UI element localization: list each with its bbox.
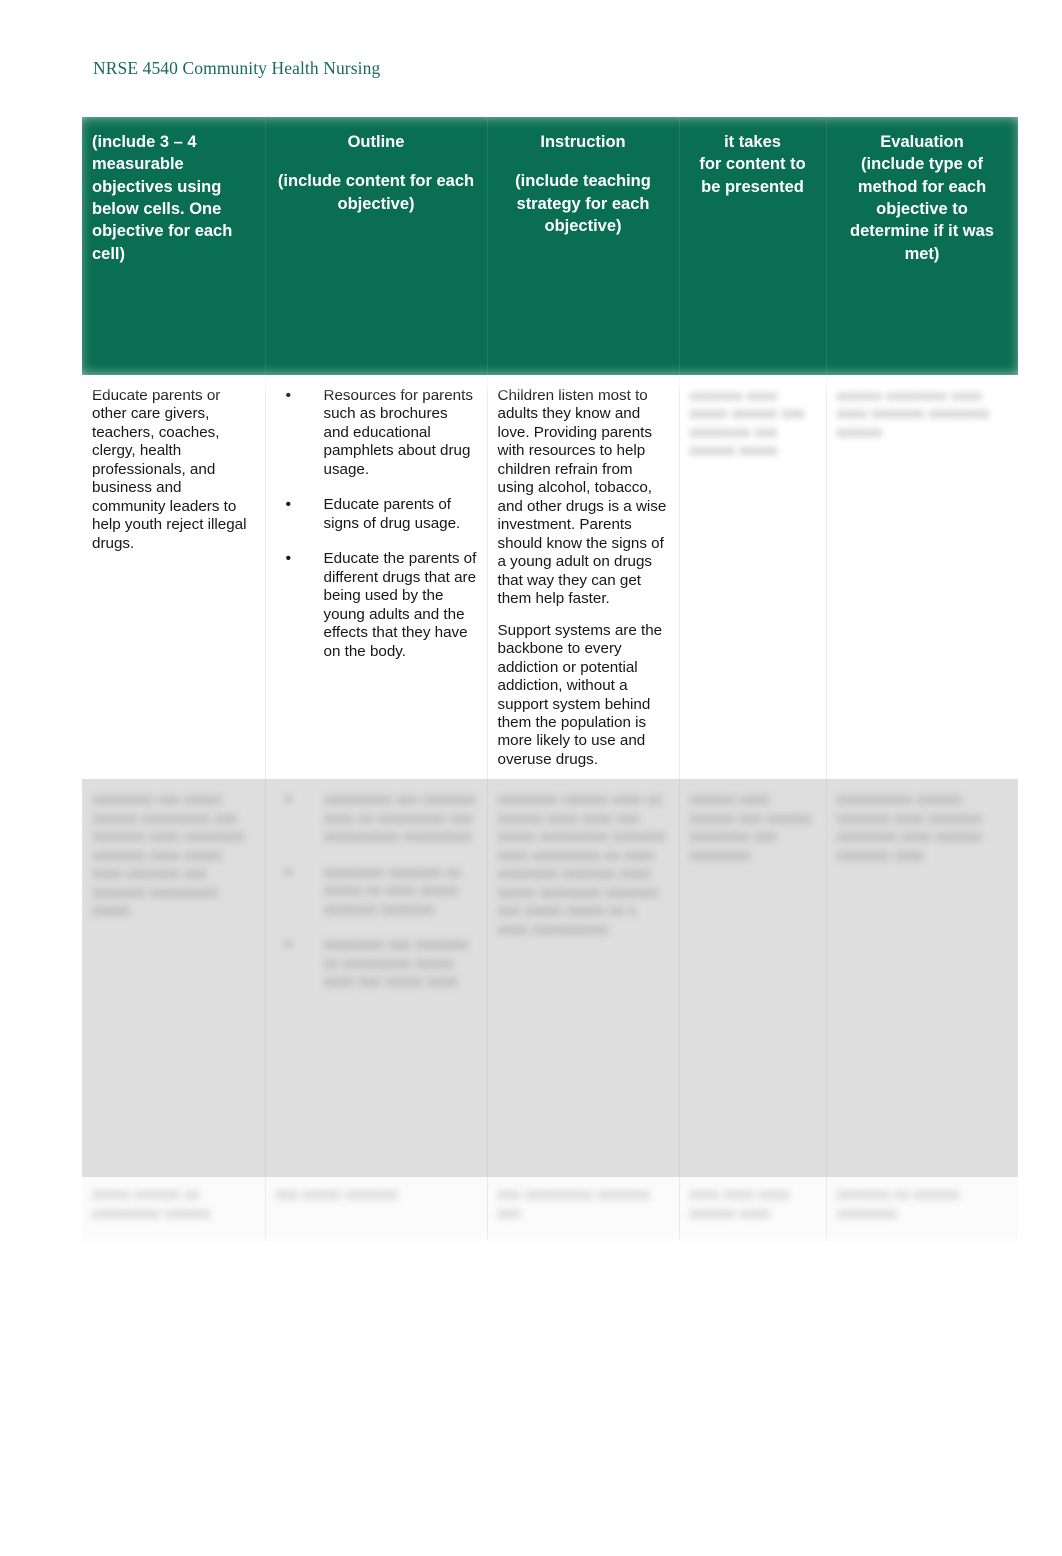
list-item: xxxxxxxx xxxxxxx xx xxxxx xx xxxx xxxxx …: [276, 863, 477, 919]
cell-time: xxxxxxx xxxx xxxxx xxxxxx xxx xxxxxxxx x…: [678, 375, 827, 780]
cell-instruction: xxx xxxxxxxxx xxxxxxx xxx: [486, 1177, 680, 1242]
teaching-plan-table-wrapper: (include 3 – 4 measurable objectives usi…: [82, 117, 1018, 1242]
redacted-bullet-list: xxxxxxxxx xxx xxxxxxx xxxx xx xxxxxxxxx …: [276, 790, 477, 991]
column-header-evaluation-title: Evaluation: [880, 133, 964, 151]
redacted-text: xxxxxx xxxxxxxx xxxx xxxx xxxxxxx xxxxxx…: [836, 387, 990, 441]
list-item: Resources for parents such as brochures …: [276, 386, 477, 479]
cell-objectives: xxxxx xxxxxx xx xxxxxxxxx xxxxxx: [82, 1177, 266, 1242]
redacted-text: xxxxxxxx xxxxxx xxxx xx xxxxxx xxxx xxxx…: [497, 791, 666, 938]
table-row: xxxxxxxx xxx xxxxx xxxxxx xxxxxxxxx xxx …: [82, 779, 1018, 1178]
column-header-evaluation-subtitle: (include type of method for each objecti…: [850, 155, 994, 263]
table-header: (include 3 – 4 measurable objectives usi…: [82, 117, 1018, 375]
column-header-outline-title: Outline: [347, 133, 405, 151]
column-header-time: it takes for content to be presented: [679, 117, 826, 375]
cell-instruction: Children listen most to adults they know…: [486, 375, 680, 780]
cell-outline: xxx xxxxx xxxxxxx: [264, 1177, 488, 1242]
cell-evaluation: xxxxxxx xx xxxxxx xxxxxxxx: [825, 1177, 1018, 1242]
column-header-time-subtitle: for content to be presented: [699, 155, 806, 196]
table-header-row: (include 3 – 4 measurable objectives usi…: [82, 117, 1018, 375]
cell-evaluation: xxxxxxxxxx xxxxxx xxxxxxx xxxx xxxxxxx x…: [825, 779, 1018, 1178]
redacted-text: xxxxxxx xxxx xxxxx xxxxxx xxx xxxxxxxx x…: [689, 387, 805, 460]
column-header-objectives: (include 3 – 4 measurable objectives usi…: [82, 117, 265, 375]
redacted-text: xxx xxxxxxxxx xxxxxxx xxx: [497, 1186, 651, 1222]
column-header-outline: Outline (include content for each object…: [265, 117, 487, 375]
redacted-text: xxxx xxxx xxxx xxxxxx xxxx: [689, 1186, 790, 1222]
instruction-paragraph: Support systems are the backbone to ever…: [497, 621, 663, 768]
column-header-outline-subtitle: (include content for each objective): [277, 172, 475, 213]
redacted-text: xxxxxxxxxx xxxxxx xxxxxxx xxxx xxxxxxx x…: [836, 791, 982, 864]
cell-outline: xxxxxxxxx xxx xxxxxxx xxxx xx xxxxxxxxx …: [264, 779, 488, 1178]
cell-time: xxxxxx xxxx xxxxxx xxx xxxxxx xxxxxxxx x…: [678, 779, 827, 1178]
cell-time: xxxx xxxx xxxx xxxxxx xxxx: [678, 1177, 827, 1242]
running-header: NRSE 4540 Community Health Nursing: [93, 58, 381, 78]
teaching-plan-table: (include 3 – 4 measurable objectives usi…: [82, 117, 1018, 1242]
instruction-paragraph: Children listen most to adults they know…: [497, 387, 667, 608]
column-header-time-title: it takes: [724, 133, 781, 151]
redacted-text: xxxxx xxxxxx xx xxxxxxxxx xxxxxx: [92, 1186, 211, 1222]
redacted-text: xxxxxxx xx xxxxxx xxxxxxxx: [836, 1186, 959, 1222]
list-item: xxxxxxxx xxx xxxxxxx xx xxxxxxxxx xxxxx …: [276, 935, 477, 991]
redacted-text: xxx xxxxx xxxxxxx: [275, 1186, 398, 1204]
column-header-instruction-title: Instruction: [540, 133, 626, 151]
column-header-evaluation: Evaluation (include type of method for e…: [826, 117, 1018, 375]
redacted-text: xxxxxxxx xxx xxxxx xxxxxx xxxxxxxxx xxx …: [92, 791, 245, 920]
objective-text: Educate parents or other care givers, te…: [92, 387, 247, 552]
list-item: Educate parents of signs of drug usage.: [276, 495, 477, 533]
column-header-objectives-subtitle: (include 3 – 4 measurable objectives usi…: [92, 133, 233, 263]
column-header-instruction-subtitle: (include teaching strategy for each obje…: [515, 172, 651, 236]
list-item: Educate the parents of different drugs t…: [276, 549, 477, 661]
cell-instruction: xxxxxxxx xxxxxx xxxx xx xxxxxx xxxx xxxx…: [486, 779, 680, 1178]
document-page: NRSE 4540 Community Health Nursing (incl…: [0, 0, 1062, 1556]
table-body: Educate parents or other care givers, te…: [82, 375, 1018, 1242]
outline-bullet-list: Resources for parents such as brochures …: [276, 386, 477, 661]
list-item: xxxxxxxxx xxx xxxxxxx xxxx xx xxxxxxxxx …: [276, 790, 477, 846]
cell-outline: Resources for parents such as brochures …: [264, 375, 488, 780]
cell-evaluation: xxxxxx xxxxxxxx xxxx xxxx xxxxxxx xxxxxx…: [825, 375, 1018, 780]
cell-objectives: xxxxxxxx xxx xxxxx xxxxxx xxxxxxxxx xxx …: [82, 779, 266, 1178]
cell-objectives: Educate parents or other care givers, te…: [82, 375, 266, 780]
redacted-text: xxxxxx xxxx xxxxxx xxx xxxxxx xxxxxxxx x…: [689, 791, 812, 864]
table-row: Educate parents or other care givers, te…: [82, 375, 1018, 780]
column-header-instruction: Instruction (include teaching strategy f…: [487, 117, 679, 375]
table-row: xxxxx xxxxxx xx xxxxxxxxx xxxxxx xxx xxx…: [82, 1177, 1018, 1242]
